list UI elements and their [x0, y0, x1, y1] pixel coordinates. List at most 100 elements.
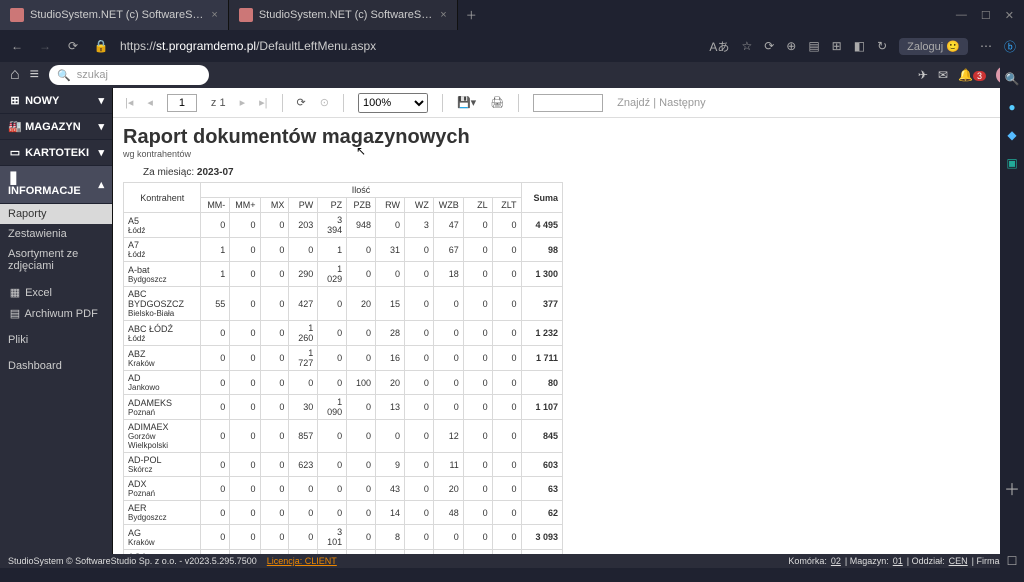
- login-button[interactable]: Zaloguj 🙂: [899, 38, 968, 55]
- print-icon[interactable]: 🖨: [490, 96, 504, 109]
- table-row: AERBydgoszcz000000140480062: [124, 501, 563, 525]
- col-PW: PW: [289, 198, 318, 213]
- next-page-icon[interactable]: ▸: [240, 96, 246, 109]
- sidebar-zestawienia[interactable]: Zestawienia: [0, 224, 112, 244]
- browser-tab-1[interactable]: StudioSystem.NET (c) SoftwareS… ×: [0, 0, 229, 30]
- browser-bottombar: [0, 568, 1024, 582]
- report-toolbar: |◂ ◂ z 1 ▸ ▸| ⟳ ⊙ 100% 💾▾ 🖨 Znajdź | Nas…: [113, 88, 1024, 118]
- sidebar-nowy[interactable]: ⊞ NOWY▾: [0, 88, 112, 114]
- edge-discover-icon[interactable]: ◆: [1007, 128, 1016, 142]
- warehouse-icon: 🏭: [8, 120, 22, 133]
- sidebar-asortyment[interactable]: Asortyment ze zdjęciami: [0, 244, 112, 276]
- sidebar-archiwum[interactable]: ▤ Archiwum PDF: [0, 303, 112, 324]
- minimize-icon[interactable]: —: [956, 9, 967, 22]
- sidebar-kartoteki[interactable]: ▭ KARTOTEKI▾: [0, 140, 112, 166]
- refresh-icon[interactable]: ⟳: [64, 39, 82, 53]
- table-row: AD-POLSkórcz00062300901100603: [124, 453, 563, 477]
- table-row: ABC BYDGOSZCZBielsko-Biała55004270201500…: [124, 287, 563, 321]
- star-icon[interactable]: ☆: [741, 39, 752, 53]
- table-row: AGAŚroda00008101300000797: [124, 550, 563, 555]
- tab-title: StudioSystem.NET (c) SoftwareS…: [30, 9, 203, 21]
- page-input[interactable]: [167, 94, 197, 112]
- home-icon[interactable]: ⌂: [10, 66, 20, 84]
- edge-chat-icon[interactable]: ●: [1008, 100, 1015, 114]
- footer-right: Komórka:02| Magazyn:01| Oddział:CEN| Fir…: [784, 556, 1016, 566]
- col-ZL: ZL: [463, 198, 492, 213]
- footer-left: StudioSystem © SoftwareStudio Sp. z o.o.…: [8, 556, 257, 566]
- col-group: Ilość: [201, 183, 521, 198]
- page-of-label: z 1: [211, 97, 226, 109]
- notifications[interactable]: 🔔3: [958, 68, 986, 82]
- more-icon[interactable]: ⋯: [980, 39, 992, 53]
- extensions2-icon[interactable]: ◧: [854, 39, 865, 53]
- chevron-down-icon: ▾: [98, 94, 104, 107]
- sidebar-dashboard[interactable]: Dashboard: [0, 356, 112, 376]
- chevron-down-icon: ▾: [98, 146, 104, 159]
- mail-icon[interactable]: ✉: [938, 68, 948, 82]
- bing-icon[interactable]: ⓑ: [1004, 38, 1016, 55]
- table-row: A7Łódź100010310670098: [124, 238, 563, 262]
- col-RW: RW: [376, 198, 405, 213]
- close-icon[interactable]: ×: [440, 9, 446, 21]
- sidebar-magazyn[interactable]: 🏭 MAGAZYN▾: [0, 114, 112, 140]
- col-MM+: MM+: [230, 198, 260, 213]
- read-aloud-icon[interactable]: Aあ: [709, 38, 729, 55]
- menu-icon[interactable]: ≡: [30, 66, 39, 84]
- extensions-icon[interactable]: ⊞: [832, 39, 842, 53]
- edge-plus-icon[interactable]: ＋: [1004, 476, 1020, 500]
- collections-icon[interactable]: ▤: [808, 39, 819, 53]
- browser-addressbar: ← → ⟳ 🔒 https://st.programdemo.pl/Defaul…: [0, 30, 1024, 62]
- history-icon[interactable]: ↻: [877, 39, 887, 53]
- window-titlebar: StudioSystem.NET (c) SoftwareS… × Studio…: [0, 0, 1024, 30]
- search-input[interactable]: 🔍 szukaj: [49, 65, 209, 85]
- url-field[interactable]: https://st.programdemo.pl/DefaultLeftMen…: [120, 39, 376, 53]
- report-table: Kontrahent Ilość Suma MM-MM+MXPWPZPZBRWW…: [123, 182, 563, 554]
- license-link[interactable]: Licencja: CLIENT: [267, 556, 337, 566]
- edge-sidebar: 🔍 ● ◆ ▣ ＋ ☐: [1000, 62, 1024, 568]
- col-WZB: WZB: [433, 198, 463, 213]
- lock-icon: 🔒: [92, 39, 110, 53]
- new-tab-button[interactable]: ＋: [458, 7, 485, 23]
- tab-title: StudioSystem.NET (c) SoftwareS…: [259, 9, 432, 21]
- favorites-icon[interactable]: ⊕: [786, 39, 796, 53]
- sidebar-raporty[interactable]: Raporty: [0, 204, 112, 224]
- col-kontrahent: Kontrahent: [124, 183, 201, 213]
- excel-icon: ▦: [8, 286, 22, 299]
- sidebar-informacje[interactable]: ▋ INFORMACJE▴: [0, 166, 112, 204]
- prev-page-icon[interactable]: ◂: [147, 96, 153, 109]
- content-area: |◂ ◂ z 1 ▸ ▸| ⟳ ⊙ 100% 💾▾ 🖨 Znajdź | Nas…: [112, 88, 1024, 554]
- edge-settings-icon[interactable]: ☐: [1007, 554, 1018, 568]
- browser-tab-2[interactable]: StudioSystem.NET (c) SoftwareS… ×: [229, 0, 458, 30]
- info-icon: ▋: [8, 172, 22, 185]
- search-placeholder: szukaj: [77, 69, 108, 81]
- table-row: ADIMAEXGorzów Wielkpolski000857000012008…: [124, 420, 563, 453]
- col-MM-: MM-: [201, 198, 230, 213]
- sync-icon[interactable]: ⟳: [764, 39, 774, 53]
- table-row: ADAMEKSPoznań000301 09001300001 107: [124, 395, 563, 420]
- tab-favicon: [10, 8, 24, 22]
- close-window-icon[interactable]: ✕: [1005, 9, 1014, 22]
- col-PZ: PZ: [318, 198, 347, 213]
- find-input[interactable]: [533, 94, 603, 112]
- save-icon[interactable]: 💾▾: [457, 96, 476, 109]
- send-icon[interactable]: ✈: [918, 68, 928, 82]
- plus-icon: ⊞: [8, 94, 22, 107]
- maximize-icon[interactable]: ☐: [981, 9, 991, 22]
- forward-icon[interactable]: →: [36, 39, 54, 53]
- last-page-icon[interactable]: ▸|: [259, 96, 267, 109]
- search-icon: 🔍: [57, 69, 71, 82]
- first-page-icon[interactable]: |◂: [125, 96, 133, 109]
- sidebar-excel[interactable]: ▦ Excel: [0, 282, 112, 303]
- sidebar-pliki[interactable]: Pliki: [0, 330, 112, 350]
- close-icon[interactable]: ×: [211, 9, 217, 21]
- edge-office-icon[interactable]: ▣: [1006, 156, 1017, 170]
- refresh-report-icon[interactable]: ⟳: [297, 96, 306, 109]
- back-parent-icon[interactable]: ⊙: [320, 96, 329, 109]
- table-row: AGKraków00003 1010800003 093: [124, 525, 563, 550]
- col-PZB: PZB: [347, 198, 376, 213]
- table-row: A5Łódź0002033 3949480347004 495: [124, 213, 563, 238]
- zoom-select[interactable]: 100%: [358, 93, 428, 113]
- back-icon[interactable]: ←: [8, 39, 26, 53]
- col-suma: Suma: [521, 183, 562, 213]
- edge-search-icon[interactable]: 🔍: [1005, 72, 1020, 86]
